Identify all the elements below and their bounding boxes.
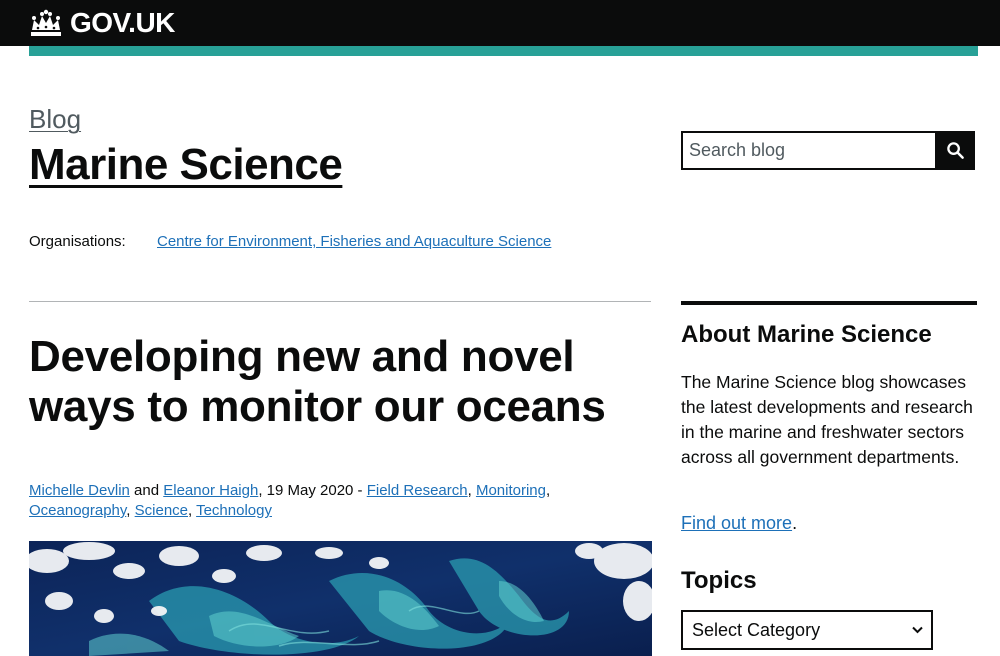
tag-link[interactable]: Field Research bbox=[367, 482, 468, 499]
tag-link[interactable]: Monitoring bbox=[476, 482, 546, 499]
govuk-logo-link[interactable]: GOV.UK bbox=[28, 6, 175, 40]
section-divider bbox=[29, 301, 651, 302]
author-link[interactable]: Eleanor Haigh bbox=[163, 482, 258, 499]
author-link[interactable]: Michelle Devlin bbox=[29, 482, 130, 499]
organisations-row: Organisations: Centre for Environment, F… bbox=[29, 233, 551, 250]
organisation-link[interactable]: Centre for Environment, Fisheries and Aq… bbox=[157, 233, 551, 250]
search-input[interactable] bbox=[681, 131, 936, 170]
crown-icon bbox=[31, 9, 61, 36]
find-out-more: Find out more. bbox=[681, 513, 797, 534]
header-accent-bar bbox=[29, 46, 978, 56]
about-heading: About Marine Science bbox=[681, 321, 932, 348]
tag-link[interactable]: Oceanography bbox=[29, 502, 126, 519]
chevron-down-icon bbox=[912, 626, 923, 634]
find-out-suffix: . bbox=[792, 513, 798, 533]
blog-title-link[interactable]: Marine Science bbox=[29, 140, 343, 190]
about-text: The Marine Science blog showcases the la… bbox=[681, 372, 973, 467]
search-button[interactable] bbox=[935, 131, 975, 170]
govuk-logo-text: GOV.UK bbox=[70, 7, 175, 38]
search-form bbox=[681, 131, 975, 170]
govuk-header: GOV.UK bbox=[0, 0, 1000, 46]
breadcrumb-blog-link[interactable]: Blog bbox=[29, 104, 81, 135]
post-meta: Michelle Devlin and Eleanor Haigh, 19 Ma… bbox=[29, 482, 551, 519]
post-date: , 19 May 2020 - bbox=[258, 482, 367, 499]
post-title: Developing new and novel ways to monitor… bbox=[29, 332, 606, 431]
hero-image bbox=[29, 541, 652, 656]
topics-heading: Topics bbox=[681, 567, 757, 594]
topics-select[interactable]: Select Category bbox=[681, 610, 933, 650]
sidebar-top-rule bbox=[681, 301, 977, 305]
satellite-ocean-image bbox=[29, 541, 652, 656]
meta-and: and bbox=[134, 482, 160, 499]
tag-link[interactable]: Technology bbox=[196, 502, 272, 519]
search-icon bbox=[946, 142, 964, 159]
find-out-more-link[interactable]: Find out more bbox=[681, 513, 792, 533]
tag-link[interactable]: Science bbox=[135, 502, 188, 519]
organisations-label: Organisations: bbox=[29, 233, 126, 250]
topics-select-value: Select Category bbox=[692, 619, 821, 640]
